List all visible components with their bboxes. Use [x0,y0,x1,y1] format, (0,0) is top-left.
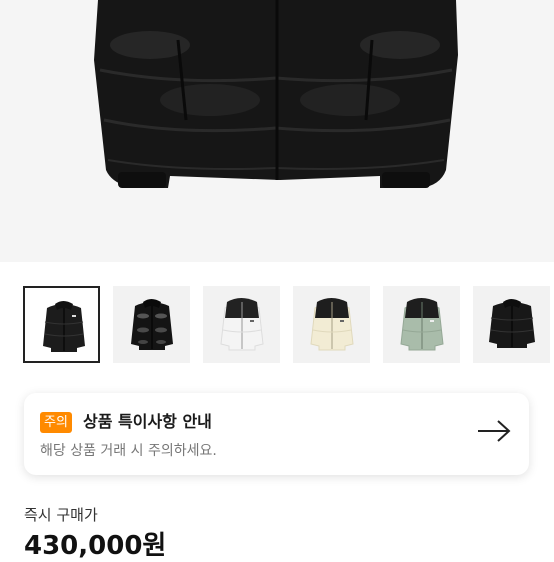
jacket-glossy-black-thumb-graphic [131,299,173,350]
thumbnail-6[interactable] [473,286,550,363]
price-value: 430,000원 [24,531,167,561]
thumbnail-4[interactable] [293,286,370,363]
notice-title: 상품 특이사항 안내 [83,412,212,431]
product-notice-card[interactable]: 주의 상품 특이사항 안내 해당 상품 거래 시 주의하세요. [24,393,529,475]
thumbnail-strip [0,286,554,366]
thumbnail-3[interactable] [203,286,280,363]
jacket-white-thumb-graphic [220,298,264,351]
arrow-right-icon[interactable] [476,420,512,442]
thumbnail-1[interactable] [23,286,100,363]
jacket-sage-thumb-graphic [400,298,444,351]
product-main-image[interactable] [0,0,554,262]
price-label: 즉시 구매가 [24,506,98,524]
jacket-main-graphic [94,0,458,188]
thumbnail-5[interactable] [383,286,460,363]
jacket-cream-thumb-graphic [310,298,354,351]
caution-badge: 주의 [40,412,72,433]
notice-description: 해당 상품 거래 시 주의하세요. [40,443,217,459]
thumbnail-2[interactable] [113,286,190,363]
jacket-black-2-thumb-graphic [489,299,535,348]
jacket-black-thumb-graphic [43,301,85,352]
